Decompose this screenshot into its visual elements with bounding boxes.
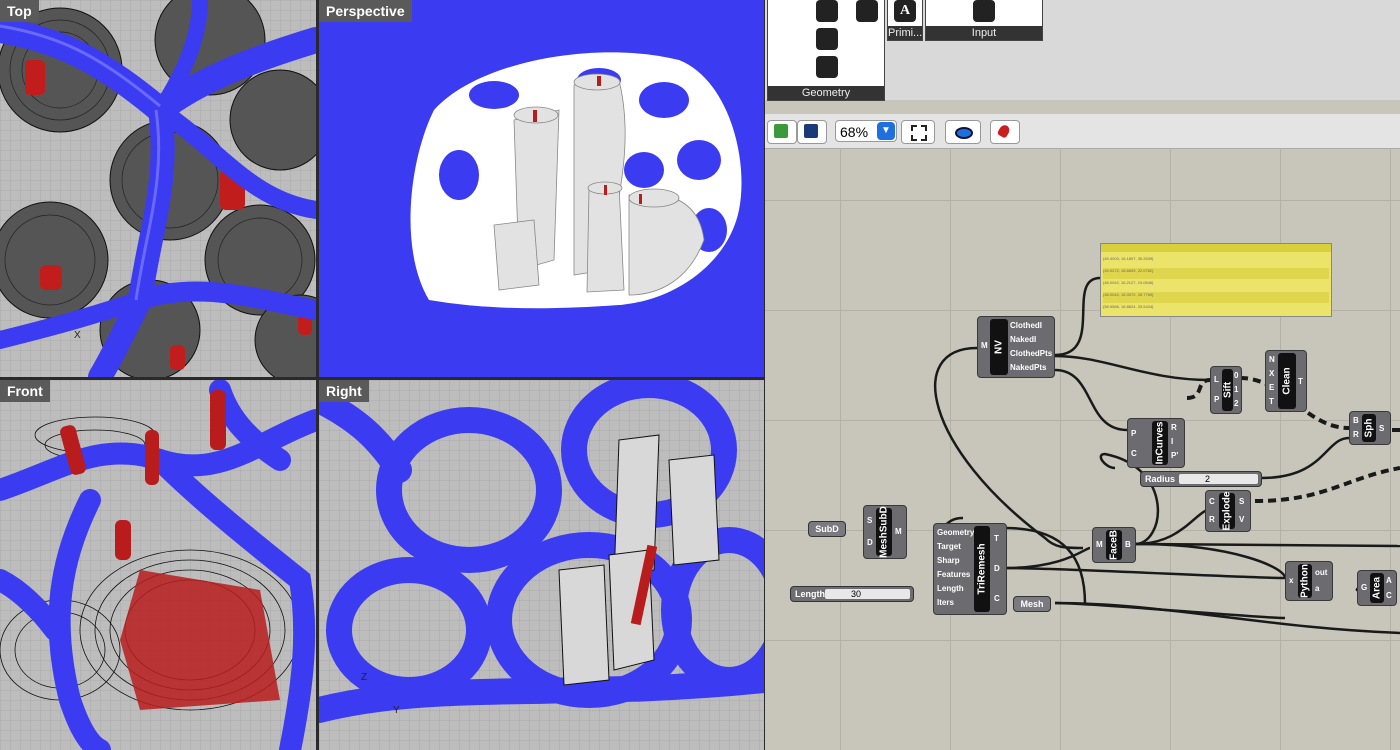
sketch-brush-icon[interactable] — [990, 120, 1020, 144]
triremesh-component[interactable]: Geometry Target Sharp Features Length It… — [933, 523, 1007, 615]
primitive-text-icon[interactable]: A — [894, 0, 916, 22]
subd-param[interactable]: SubD — [808, 521, 846, 537]
meshsubd-label: MeshSubD — [878, 506, 890, 558]
length-slider[interactable]: Length 30 — [790, 586, 914, 602]
geometry-tool-icon[interactable] — [856, 0, 878, 22]
mesh-param[interactable]: Mesh — [1013, 596, 1051, 612]
incurves-label: InCurves — [1154, 421, 1166, 465]
geometry-tool-icon[interactable] — [816, 0, 838, 22]
clean-label: Clean — [1281, 367, 1293, 395]
panel-row: {48.0042, 16.2127, 19.0846} — [1103, 280, 1154, 285]
faceb-label: FaceB — [1108, 529, 1120, 561]
panel-row: {58.5586, 16.8624, 33.5424} — [1103, 304, 1154, 309]
wires — [933, 276, 1400, 635]
incurves-component[interactable]: P C InCurves R I P' — [1127, 418, 1185, 468]
sph-label: Sph — [1363, 418, 1375, 438]
panel-row: {48.0042, 15.0072, 28.7769} — [1103, 292, 1329, 303]
faceb-component[interactable]: M FaceB B — [1092, 527, 1136, 563]
geometry-tool-icon[interactable] — [816, 28, 838, 50]
viewport-label-perspective[interactable]: Perspective — [319, 0, 412, 22]
viewport-label-right[interactable]: Right — [319, 380, 369, 402]
open-file-icon[interactable] — [767, 120, 797, 144]
nv-component[interactable]: M NV ClothedI NakedI ClothedPts NakedPts — [977, 316, 1055, 378]
axis-x-label: X — [74, 330, 81, 341]
input-group: Input — [925, 0, 1043, 41]
axis-z-label: Z — [361, 672, 368, 683]
explode-component[interactable]: C R Explode S V — [1205, 490, 1251, 532]
viewport-right[interactable]: Right Z Y — [319, 380, 764, 750]
viewport-label-front[interactable]: Front — [0, 380, 50, 402]
nv-label: NV — [993, 340, 1005, 354]
data-panel[interactable]: {49.4003, 15.1897, 35.2639} {49.0272, 18… — [1100, 243, 1332, 317]
front-view-scene — [0, 380, 316, 750]
zoom-dropdown-icon[interactable]: ▼ — [877, 122, 895, 140]
component-ribbon: Geometry A Primi... Input — [765, 0, 1400, 101]
radius-slider[interactable]: Radius 2 — [1140, 471, 1262, 487]
sift-component[interactable]: L P Sift 0 1 2 — [1210, 366, 1242, 414]
preview-eye-icon[interactable] — [945, 120, 981, 144]
geometry-group-title: Geometry — [768, 86, 884, 100]
grasshopper-editor: Geometry A Primi... Input 68% ▼ {49.4003… — [765, 0, 1400, 750]
geometry-tool-icon[interactable] — [816, 56, 838, 78]
clean-component[interactable]: N X E T Clean T — [1265, 350, 1307, 412]
sift-label: Sift — [1222, 381, 1233, 399]
zoom-extents-icon[interactable] — [901, 120, 935, 144]
viewport-label-top[interactable]: Top — [0, 0, 39, 22]
area-component[interactable]: G Area A C — [1357, 570, 1397, 606]
input-group-title: Input — [926, 26, 1042, 40]
radius-value: 2 — [1205, 474, 1211, 484]
save-file-icon[interactable] — [797, 120, 827, 144]
python-component[interactable]: x Python out a — [1285, 561, 1333, 601]
primitive-group-title: Primi... — [888, 26, 923, 40]
top-view-scene — [0, 0, 316, 377]
panel-row: {49.4003, 15.1897, 35.2639} — [1103, 256, 1154, 261]
perspective-view-scene — [319, 0, 764, 377]
canvas-toolbar: 68% ▼ — [765, 114, 1400, 149]
input-tool-icon[interactable] — [973, 0, 995, 22]
viewport-perspective[interactable]: Perspective — [319, 0, 764, 377]
definition-canvas[interactable]: {49.4003, 15.1897, 35.2639} {49.0272, 18… — [765, 148, 1400, 750]
viewport-top[interactable]: Top X — [0, 0, 316, 377]
meshsubd-component[interactable]: S D MeshSubD M — [863, 505, 907, 559]
explode-label: Explode — [1221, 491, 1233, 531]
primitive-group: A Primi... — [887, 0, 923, 41]
right-view-scene — [319, 380, 764, 750]
geometry-group: Geometry — [767, 0, 885, 101]
sph-component[interactable]: B R Sph S — [1349, 411, 1391, 445]
triremesh-label: TriRemesh — [976, 543, 988, 595]
python-label: Python — [1299, 564, 1311, 598]
axis-y-label: Y — [393, 705, 400, 716]
panel-row: {49.0272, 18.6839, 22.0782} — [1103, 268, 1329, 279]
viewport-front[interactable]: Front — [0, 380, 316, 750]
length-value: 30 — [851, 589, 862, 599]
area-label: Area — [1371, 576, 1383, 600]
